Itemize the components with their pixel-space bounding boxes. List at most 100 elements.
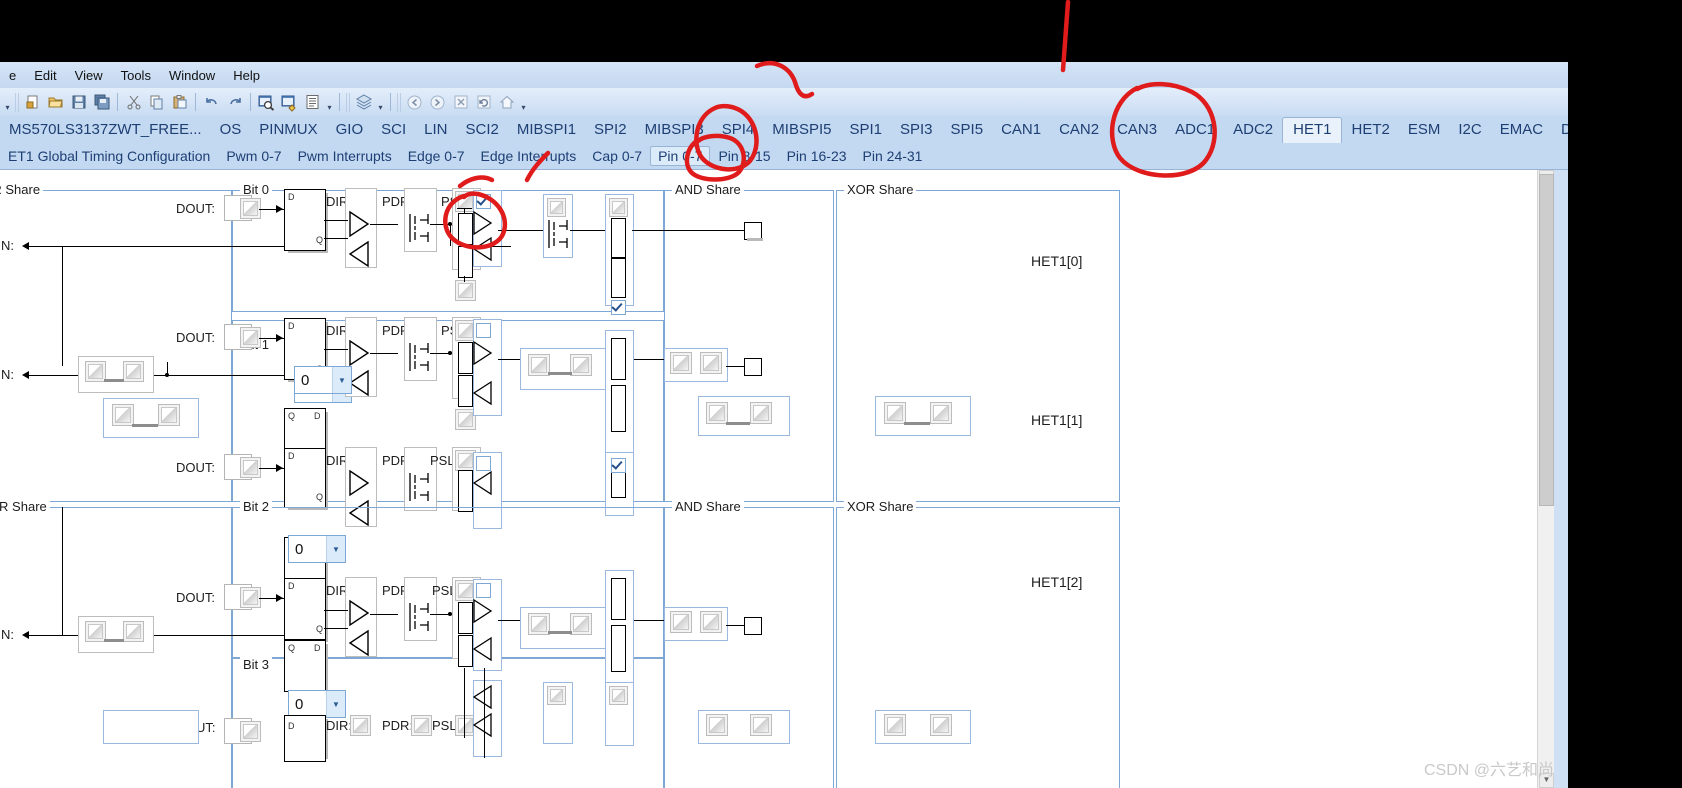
menu-item-help[interactable]: Help xyxy=(224,66,269,85)
module-tab-emac[interactable]: EMAC xyxy=(1491,118,1552,143)
back-icon[interactable] xyxy=(404,92,425,113)
psl-checkbox-3[interactable] xyxy=(476,583,491,598)
sub-tab-pin-16-23[interactable]: Pin 16-23 xyxy=(779,146,855,166)
module-tab-gio[interactable]: GIO xyxy=(327,118,373,143)
mux-button-3a[interactable] xyxy=(528,613,550,635)
sub-tab-pwm-interrupts[interactable]: Pwm Interrupts xyxy=(290,146,400,166)
module-tab-mibspi5[interactable]: MIBSPI5 xyxy=(763,118,840,143)
output-checkbox-0[interactable] xyxy=(611,300,626,315)
module-tab-adc1[interactable]: ADC1 xyxy=(1166,118,1224,143)
menu-item-window[interactable]: Window xyxy=(160,66,224,85)
and-share-button-3a[interactable] xyxy=(670,611,692,633)
module-tab-sci2[interactable]: SCI2 xyxy=(456,118,507,143)
home-icon[interactable] xyxy=(496,92,517,113)
module-tab-lin[interactable]: LIN xyxy=(415,118,456,143)
dout-browse-button-3[interactable] xyxy=(240,587,261,608)
chevron-down-icon[interactable]: ▼ xyxy=(326,536,345,562)
menu-item-tools[interactable]: Tools xyxy=(112,66,160,85)
chevron-down-icon[interactable]: ▼ xyxy=(332,367,351,393)
diagram-canvas[interactable]: HR Share Bit 0 Bit 1 AND Share XOR Share… xyxy=(0,170,1553,788)
sub-tab-pwm-0-7[interactable]: Pwm 0-7 xyxy=(218,146,289,166)
sub-tab-et1-global-timing-configuration[interactable]: ET1 Global Timing Configuration xyxy=(0,146,218,166)
sub-tab-edge-interrupts[interactable]: Edge Interrupts xyxy=(473,146,585,166)
module-tab-spi1[interactable]: SPI1 xyxy=(840,118,891,143)
module-tab-spi2[interactable]: SPI2 xyxy=(585,118,636,143)
hr-share-button-a[interactable] xyxy=(112,404,134,426)
dir-button-4[interactable] xyxy=(350,715,371,736)
chevron-down-icon[interactable]: ▼ xyxy=(326,691,345,717)
menu-item-file[interactable]: e xyxy=(0,66,25,85)
toolbar-grip[interactable] xyxy=(397,92,401,112)
toolbar-overflow-icon[interactable]: ▾ xyxy=(375,92,386,112)
sub-tab-edge-0-7[interactable]: Edge 0-7 xyxy=(400,146,473,166)
xor-share-button-4a[interactable] xyxy=(884,714,906,736)
dout-browse-button-1[interactable] xyxy=(240,327,261,348)
sub-tab-cap-0-7[interactable]: Cap 0-7 xyxy=(584,146,650,166)
module-tab-het1[interactable]: HET1 xyxy=(1282,117,1343,143)
validate-icon[interactable] xyxy=(279,92,300,113)
dout-combo-2[interactable]: 0 ▼ xyxy=(288,535,346,563)
stop-icon[interactable] xyxy=(450,92,471,113)
toolbar-grip[interactable] xyxy=(346,92,350,112)
dout-browse-button-2[interactable] xyxy=(240,457,261,478)
module-tab-spi5[interactable]: SPI5 xyxy=(942,118,993,143)
scroll-thumb[interactable] xyxy=(1539,174,1554,506)
report-icon[interactable] xyxy=(302,92,323,113)
xor-share-button-1b[interactable] xyxy=(930,402,952,424)
dout-browse-button-0[interactable] xyxy=(240,198,261,219)
mux-button-0[interactable] xyxy=(547,198,566,217)
dout-combo-3[interactable]: 0 ▼ xyxy=(288,690,346,718)
mux-button-4[interactable] xyxy=(547,686,566,705)
module-tab-pinmux[interactable]: PINMUX xyxy=(250,118,326,143)
toolbar-overflow-icon[interactable]: ▾ xyxy=(324,92,335,112)
and-share-button-3b[interactable] xyxy=(700,611,722,633)
new-icon[interactable] xyxy=(22,92,43,113)
and-share-button-4a[interactable] xyxy=(706,714,728,736)
module-tab-mibspi1[interactable]: MIBSPI1 xyxy=(508,118,585,143)
and-share-button-1a[interactable] xyxy=(670,352,692,374)
cut-icon[interactable] xyxy=(123,92,144,113)
module-tab-i2c[interactable]: I2C xyxy=(1449,118,1490,143)
output-checkbox-2[interactable] xyxy=(611,458,626,473)
module-tab-ms570ls3137zwt-free[interactable]: MS570LS3137ZWT_FREE... xyxy=(0,118,211,143)
mux-button-3b[interactable] xyxy=(570,613,592,635)
toolbar-grip[interactable] xyxy=(15,92,19,112)
save-icon[interactable] xyxy=(68,92,89,113)
paste-icon[interactable] xyxy=(169,92,190,113)
module-tab-dcc[interactable]: DCC xyxy=(1552,118,1568,143)
pdr-button-4[interactable] xyxy=(411,715,432,736)
and-share-button-4b[interactable] xyxy=(750,714,772,736)
copy-icon[interactable] xyxy=(146,92,167,113)
module-tab-can3[interactable]: CAN3 xyxy=(1108,118,1166,143)
output-button-4[interactable] xyxy=(609,686,628,705)
undo-icon[interactable] xyxy=(201,92,222,113)
menu-item-view[interactable]: View xyxy=(66,66,112,85)
menu-item-edit[interactable]: Edit xyxy=(25,66,65,85)
module-tab-spi4[interactable]: SPI4 xyxy=(713,118,764,143)
module-tab-can2[interactable]: CAN2 xyxy=(1050,118,1108,143)
sub-tab-pin-0-7[interactable]: Pin 0-7 xyxy=(650,146,711,166)
mux-button-1b[interactable] xyxy=(570,354,592,376)
din-share-button-3a[interactable] xyxy=(85,621,106,642)
output-button-0[interactable] xyxy=(609,198,628,217)
toolbar-overflow-icon[interactable]: ▾ xyxy=(2,92,13,112)
save-all-icon[interactable] xyxy=(91,92,112,113)
module-tab-spi3[interactable]: SPI3 xyxy=(891,118,942,143)
din-share-button-1a[interactable] xyxy=(85,361,106,382)
layers-icon[interactable] xyxy=(353,92,374,113)
and-share-port-3[interactable] xyxy=(744,617,762,635)
redo-icon[interactable] xyxy=(224,92,245,113)
module-tab-esm[interactable]: ESM xyxy=(1399,118,1450,143)
forward-icon[interactable] xyxy=(427,92,448,113)
psl-checkbox-2[interactable] xyxy=(476,456,491,471)
din-share-button-3b[interactable] xyxy=(123,621,144,642)
module-tab-het2[interactable]: HET2 xyxy=(1342,118,1398,143)
xor-share-button-1a[interactable] xyxy=(884,402,906,424)
module-tab-sci[interactable]: SCI xyxy=(372,118,415,143)
refresh-icon[interactable] xyxy=(473,92,494,113)
module-tab-os[interactable]: OS xyxy=(211,118,251,143)
sub-tab-pin-24-31[interactable]: Pin 24-31 xyxy=(855,146,931,166)
psl-button2-0[interactable] xyxy=(455,280,476,301)
module-tab-mibspi3[interactable]: MIBSPI3 xyxy=(636,118,713,143)
and-share-sub-button-1b[interactable] xyxy=(750,402,772,424)
